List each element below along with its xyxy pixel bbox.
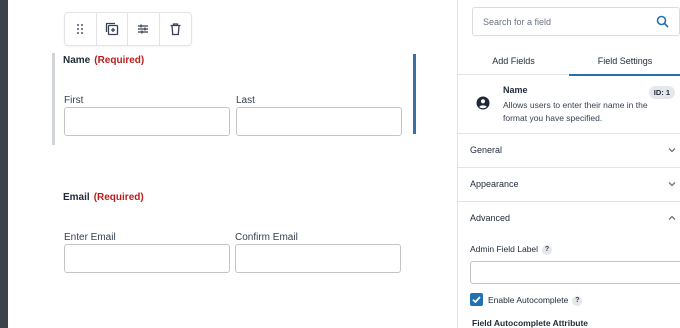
last-name-input[interactable] <box>236 107 402 136</box>
field-id-badge: ID: 1 <box>648 86 675 99</box>
field-search-input[interactable] <box>483 14 653 30</box>
tab-field-settings-label: Field Settings <box>597 55 653 66</box>
email-field-label: Email <box>63 192 90 203</box>
active-field-indicator <box>413 54 416 134</box>
enter-email-label: Enter Email <box>64 232 116 243</box>
field-toolbar <box>64 12 192 46</box>
enable-autocomplete-checkbox[interactable] <box>470 293 483 306</box>
name-field-label: Name <box>63 55 91 66</box>
field-settings-button[interactable] <box>128 13 160 45</box>
last-name-label: Last <box>236 95 255 106</box>
delete-button[interactable] <box>160 13 191 45</box>
form-canvas: Name (Required) First Last Email (Required… <box>8 0 456 328</box>
section-general[interactable]: General <box>458 134 680 168</box>
search-icon[interactable] <box>656 15 669 28</box>
name-field-title: Name (Required) <box>63 55 144 66</box>
admin-field-label-text: Admin Field Label <box>470 244 539 254</box>
help-icon[interactable]: ? <box>572 295 583 306</box>
confirm-email-input[interactable] <box>235 244 401 273</box>
field-info-description: Allows users to enter their name in the … <box>503 100 648 123</box>
trash-icon <box>170 23 181 36</box>
chevron-down-icon <box>668 148 676 153</box>
required-indicator: (Required) <box>93 192 144 203</box>
field-info-card: Name Allows users to enter their name in… <box>458 76 680 134</box>
user-avatar-icon <box>476 96 490 110</box>
tab-add-fields[interactable]: Add Fields <box>458 46 569 75</box>
help-icon[interactable]: ? <box>542 244 553 255</box>
section-advanced-label: Advanced <box>470 213 511 223</box>
settings-sliders-icon <box>138 24 149 34</box>
email-field-title: Email (Required) <box>63 192 144 203</box>
field-info-name: Name <box>503 85 528 95</box>
section-advanced[interactable]: Advanced <box>458 202 680 236</box>
chevron-up-icon <box>668 215 676 220</box>
chevron-down-icon <box>668 182 676 187</box>
first-name-input[interactable] <box>64 107 230 136</box>
required-indicator: (Required) <box>94 55 145 66</box>
enable-autocomplete-label: Enable Autocomplete <box>488 295 569 305</box>
enable-autocomplete-label-row: Enable Autocomplete? <box>488 295 583 306</box>
panel-tabs: Add Fields Field Settings <box>458 46 680 76</box>
tab-field-settings[interactable]: Field Settings <box>569 46 680 76</box>
checkmark-icon <box>472 296 481 304</box>
admin-sidebar-edge <box>0 0 8 328</box>
autocomplete-attribute-label: Field Autocomplete Attribute <box>472 318 589 328</box>
first-name-label: First <box>64 95 84 106</box>
drag-handle-button[interactable] <box>65 13 97 45</box>
admin-field-label-input[interactable] <box>470 261 680 284</box>
duplicate-icon <box>105 22 118 36</box>
section-general-label: General <box>470 145 503 155</box>
confirm-email-label: Confirm Email <box>235 232 298 243</box>
field-settings-panel: Add Fields Field Settings Name Allows us… <box>457 0 680 328</box>
field-search <box>472 7 680 36</box>
section-appearance-label: Appearance <box>470 179 519 189</box>
duplicate-button[interactable] <box>97 13 128 45</box>
enter-email-input[interactable] <box>64 244 230 273</box>
drag-handle-icon <box>77 23 84 35</box>
tab-add-fields-label: Add Fields <box>492 55 535 66</box>
admin-field-label-title: Admin Field Label? <box>470 244 553 255</box>
section-appearance[interactable]: Appearance <box>458 168 680 202</box>
